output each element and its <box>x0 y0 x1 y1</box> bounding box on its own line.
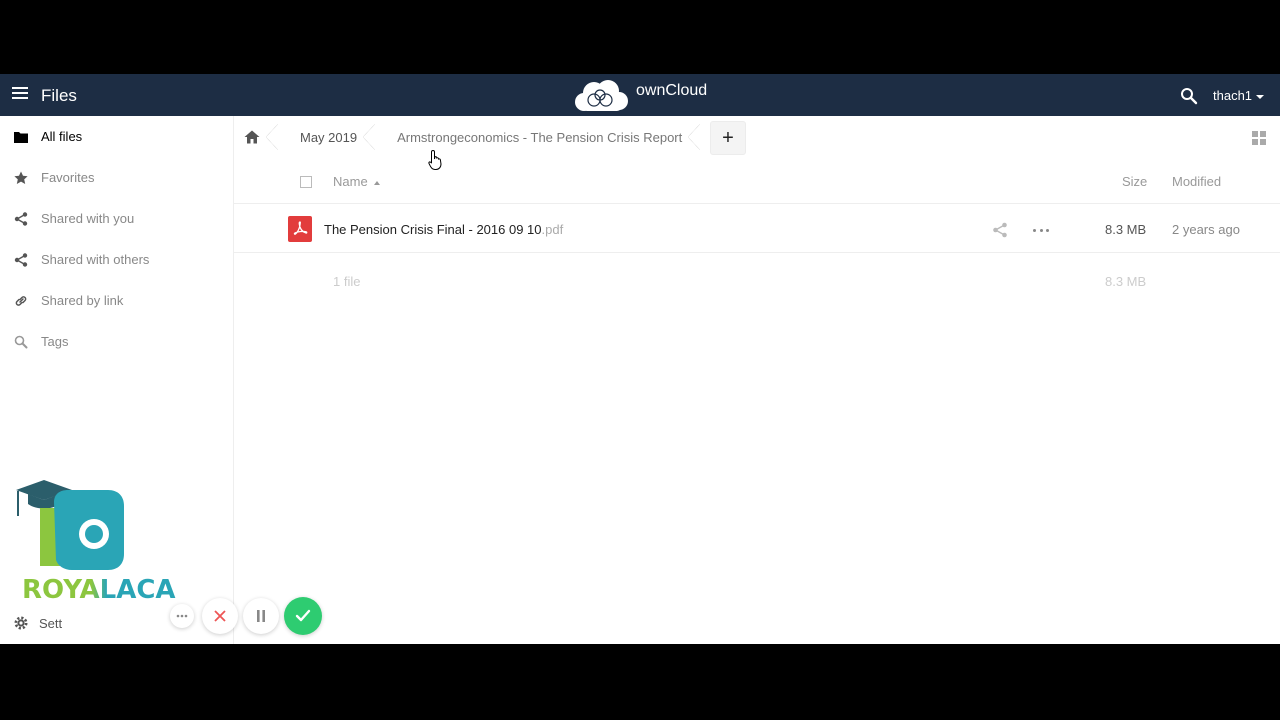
table-row[interactable]: The Pension Crisis Final - 2016 09 10.pd… <box>234 205 1280 253</box>
file-name[interactable]: The Pension Crisis Final - 2016 09 10.pd… <box>324 222 563 237</box>
sidebar-item-label: All files <box>41 129 83 144</box>
app-title: Files <box>41 86 77 105</box>
share-icon[interactable] <box>992 222 1008 238</box>
cancel-button[interactable] <box>202 598 238 634</box>
file-size: 8.3 MB <box>1105 222 1147 237</box>
confirm-button[interactable] <box>284 597 322 635</box>
settings-button[interactable]: Sett <box>13 615 62 631</box>
sidebar-item-shared-with-others[interactable]: Shared with others <box>0 239 233 280</box>
browser-frame: Files ownCloud thach1 All files Favorite… <box>0 74 1280 644</box>
search-icon <box>13 334 29 350</box>
sort-ascending-icon <box>373 180 380 185</box>
username: thach1 <box>1213 88 1253 103</box>
cloud-logo-icon <box>575 80 628 111</box>
owncloud-logo[interactable]: ownCloud <box>572 78 707 112</box>
caret-down-icon <box>1256 94 1265 99</box>
top-header: Files ownCloud thach1 <box>0 74 1280 116</box>
folder-icon <box>13 129 29 145</box>
ellipsis-icon <box>176 614 188 618</box>
file-basename: The Pension Crisis Final - 2016 09 10 <box>324 222 542 237</box>
close-icon <box>214 610 226 622</box>
breadcrumb-current-folder[interactable]: Armstrongeconomics - The Pension Crisis … <box>375 116 701 158</box>
select-all-checkbox[interactable] <box>300 176 312 188</box>
new-file-button[interactable]: + <box>710 121 746 155</box>
pause-icon <box>257 610 265 622</box>
sidebar-item-label: Tags <box>41 334 69 349</box>
hamburger-menu-icon[interactable] <box>12 87 28 103</box>
more-actions-icon[interactable] <box>1033 222 1049 238</box>
sidebar-item-label: Favorites <box>41 170 95 185</box>
file-count: 1 file <box>333 274 361 289</box>
user-menu[interactable]: thach1 <box>1213 88 1265 103</box>
file-extension: .pdf <box>541 222 564 237</box>
grid-view-icon[interactable] <box>1252 131 1266 145</box>
sidebar-item-tags[interactable]: Tags <box>0 321 233 362</box>
column-header-name[interactable]: Name <box>333 174 380 189</box>
settings-label: Sett <box>39 615 63 631</box>
pdf-file-icon <box>288 216 312 242</box>
search-icon[interactable] <box>1180 87 1198 105</box>
share-icon <box>13 211 29 227</box>
link-icon <box>13 293 29 309</box>
share-icon <box>13 252 29 268</box>
sidebar: All files Favorites Shared with you Shar… <box>0 116 234 644</box>
sidebar-item-shared-by-link[interactable]: Shared by link <box>0 280 233 321</box>
column-label: Name <box>333 174 368 189</box>
home-icon <box>244 130 260 144</box>
star-icon <box>13 170 29 186</box>
check-icon <box>295 609 311 622</box>
sidebar-item-label: Shared with you <box>41 211 135 226</box>
breadcrumb-may-2019[interactable]: May 2019 <box>278 116 376 158</box>
file-table-header: Name Size Modified <box>234 158 1280 204</box>
sidebar-item-all-files[interactable]: All files <box>0 116 233 157</box>
column-header-size[interactable]: Size <box>1122 174 1147 189</box>
sidebar-item-label: Shared by link <box>41 293 124 308</box>
sidebar-item-label: Shared with others <box>41 252 150 267</box>
breadcrumb-home[interactable] <box>234 116 278 158</box>
pause-button[interactable] <box>243 598 279 634</box>
total-size: 8.3 MB <box>1105 274 1147 289</box>
sidebar-item-shared-with-you[interactable]: Shared with you <box>0 198 233 239</box>
column-header-modified[interactable]: Modified <box>1172 174 1221 189</box>
more-options-button[interactable] <box>170 604 194 628</box>
file-modified: 2 years ago <box>1172 222 1240 237</box>
hand-cursor-icon <box>428 149 442 170</box>
gear-icon <box>14 616 28 630</box>
sidebar-item-favorites[interactable]: Favorites <box>0 157 233 198</box>
brand-name: ownCloud <box>636 82 708 99</box>
breadcrumb: May 2019 Armstrongeconomics - The Pensio… <box>234 116 701 158</box>
watermark-text: ROYALACA <box>22 575 176 605</box>
